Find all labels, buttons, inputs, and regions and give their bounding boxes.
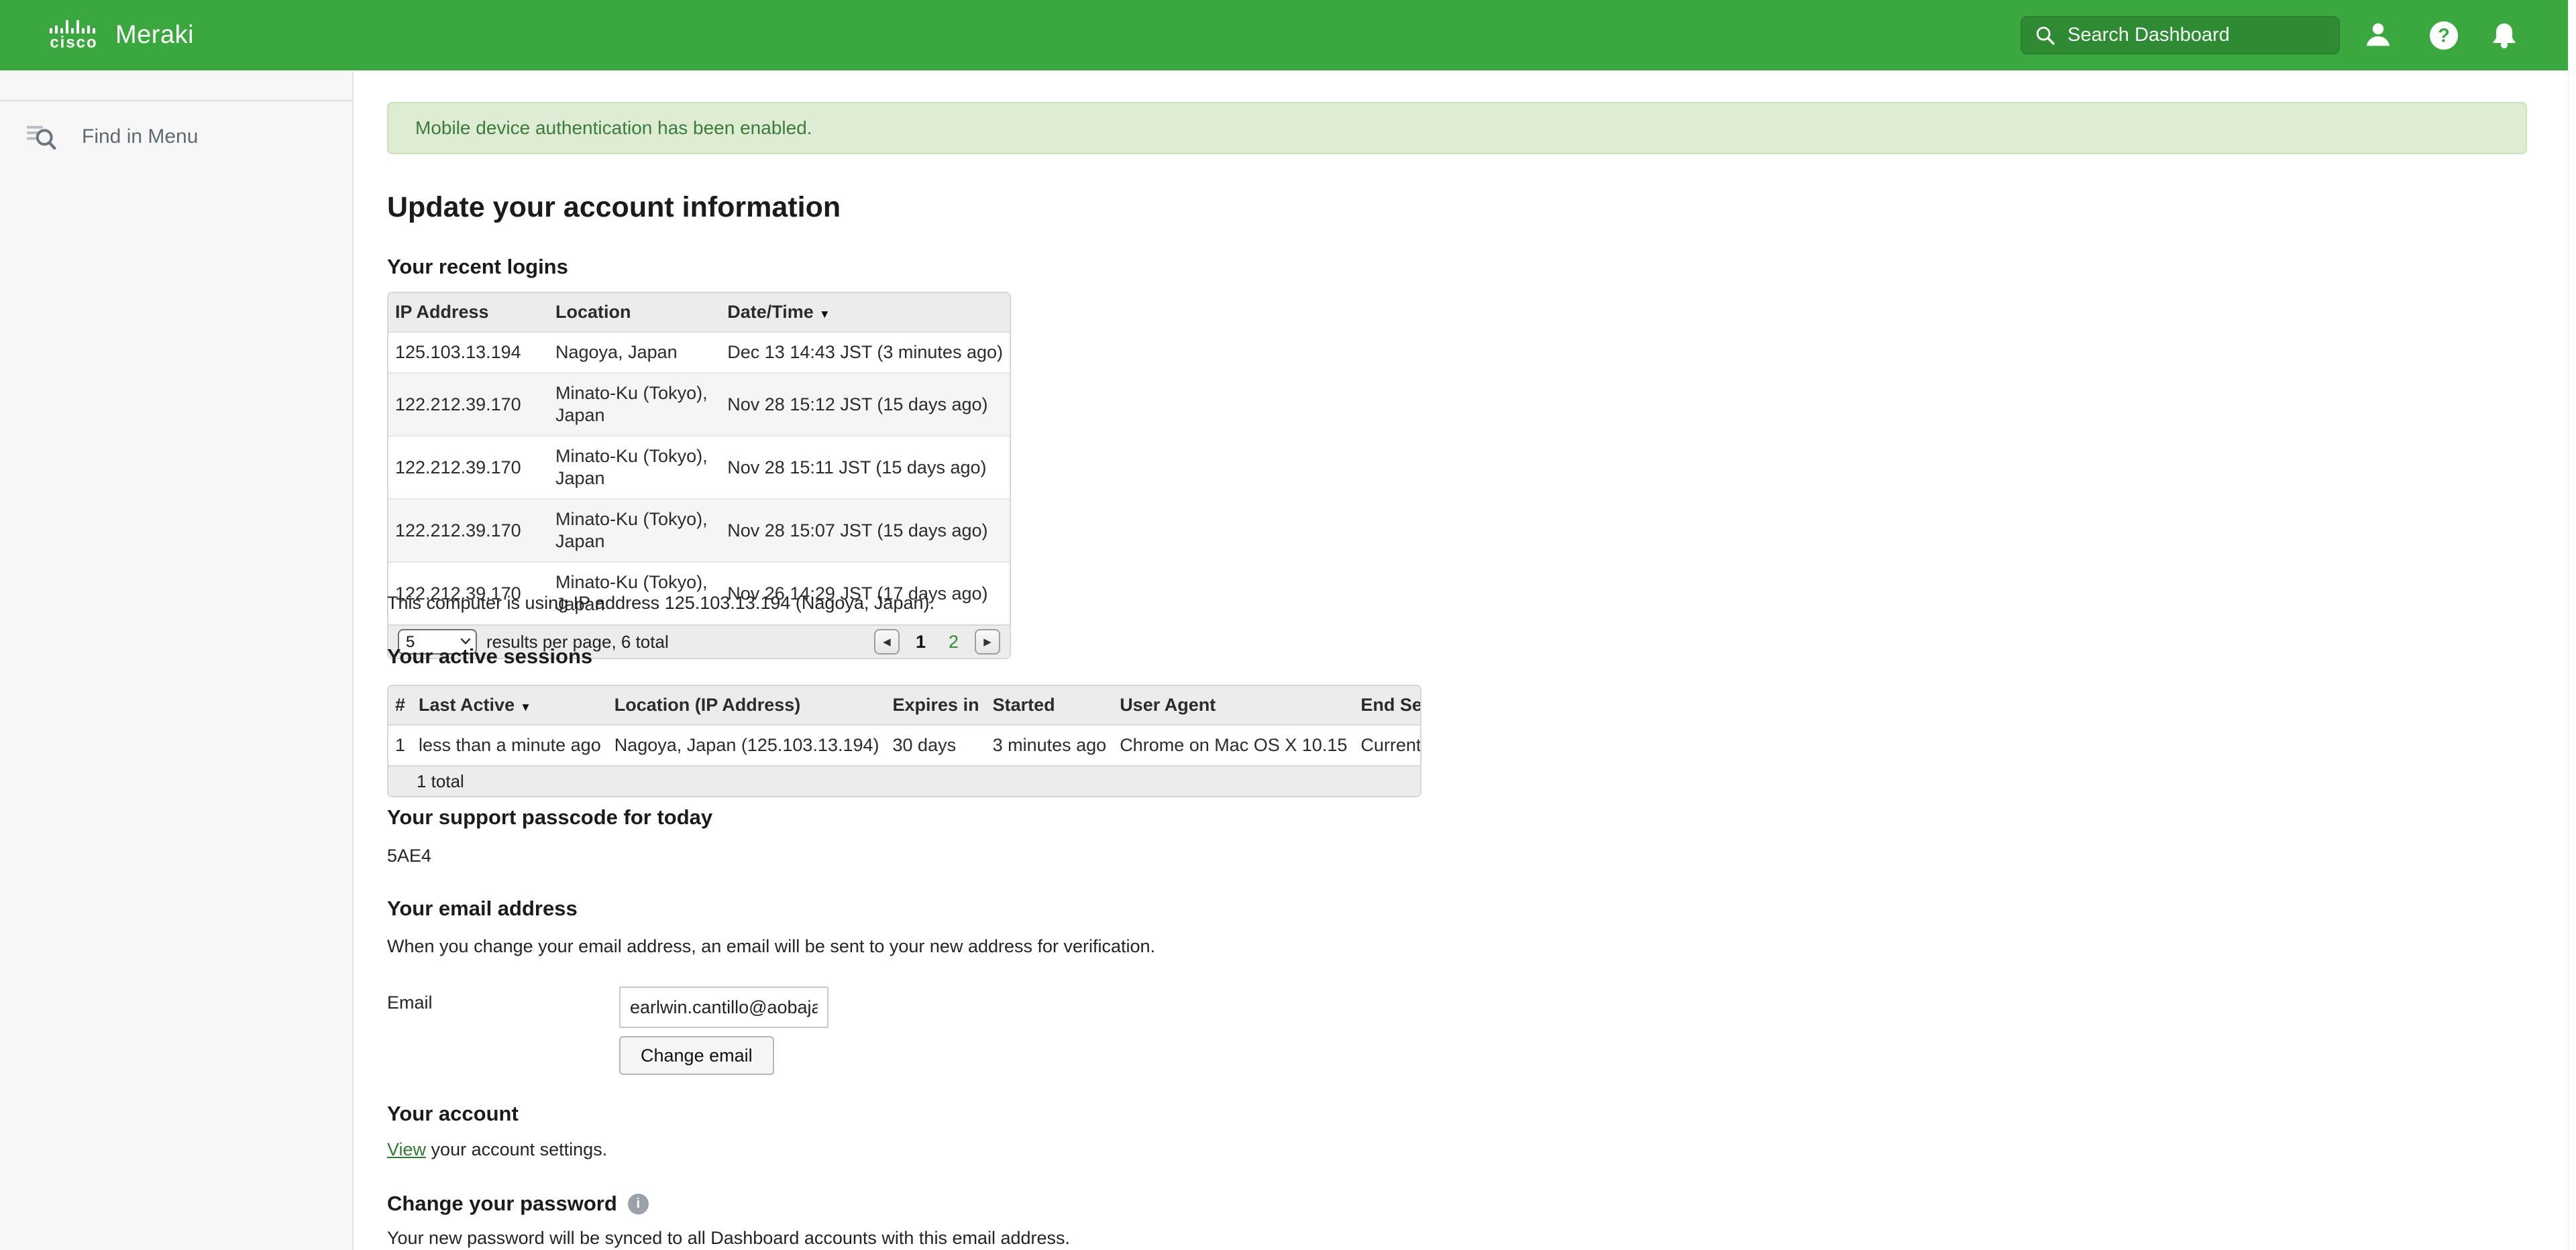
page-2-link[interactable]: 2 xyxy=(949,632,959,652)
success-banner: Mobile device authentication has been en… xyxy=(387,102,2527,154)
prev-page-button[interactable]: ◀ xyxy=(874,629,900,655)
change-password-heading: Change your password i xyxy=(387,1192,649,1216)
session-row: 1 less than a minute ago Nagoya, Japan (… xyxy=(388,725,1421,765)
login-location: Minato-Ku (Tokyo), Japan xyxy=(549,373,720,436)
help-icon[interactable]: ? xyxy=(2427,19,2461,52)
session-location: Nagoya, Japan (125.103.13.194) xyxy=(608,725,886,765)
login-ip: 122.212.39.170 xyxy=(388,436,549,499)
support-passcode-heading: Your support passcode for today xyxy=(387,805,712,830)
session-last-active: less than a minute ago xyxy=(412,725,608,765)
sort-desc-icon: ▼ xyxy=(819,308,830,321)
session-end-current: Current Session xyxy=(1354,725,1421,765)
session-expires: 30 days xyxy=(886,725,986,765)
session-user-agent: Chrome on Mac OS X 10.15 xyxy=(1113,725,1354,765)
col-datetime-sorted[interactable]: Date/Time▼ xyxy=(720,293,1010,332)
login-row: 125.103.13.194 Nagoya, Japan Dec 13 14:4… xyxy=(388,332,1010,373)
sidebar: Find in Menu xyxy=(0,70,354,1250)
session-started: 3 minutes ago xyxy=(986,725,1114,765)
col-expires-in: Expires in xyxy=(886,686,986,725)
page-title: Update your account information xyxy=(387,191,841,224)
cisco-meraki-logo[interactable]: cisco Meraki xyxy=(50,0,194,70)
page-number-current: 1 xyxy=(916,632,926,652)
col-ip-address: IP Address xyxy=(388,293,549,332)
col-end-session: End Session xyxy=(1354,686,1421,725)
search-input[interactable] xyxy=(2068,24,2326,46)
recent-logins-heading: Your recent logins xyxy=(387,255,568,279)
login-location: Nagoya, Japan xyxy=(549,332,720,373)
change-email-button[interactable]: Change email xyxy=(619,1036,774,1075)
sessions-header-row: # Last Active▼ Location (IP Address) Exp… xyxy=(388,686,1421,725)
email-heading: Your email address xyxy=(387,897,578,921)
cisco-wordmark: cisco xyxy=(50,35,97,51)
login-datetime: Nov 28 15:07 JST (15 days ago) xyxy=(720,499,1010,562)
dashboard-searchbox[interactable] xyxy=(2021,16,2340,54)
login-row: 122.212.39.170 Minato-Ku (Tokyo), Japan … xyxy=(388,499,1010,562)
main-content: Mobile device authentication has been en… xyxy=(355,70,2568,1250)
login-ip: 125.103.13.194 xyxy=(388,332,549,373)
login-datetime: Nov 28 15:11 JST (15 days ago) xyxy=(720,436,1010,499)
login-ip: 122.212.39.170 xyxy=(388,373,549,436)
login-location: Minato-Ku (Tokyo), Japan xyxy=(549,499,720,562)
col-num: # xyxy=(388,686,412,725)
find-in-menu-label: Find in Menu xyxy=(82,125,198,148)
cisco-bars-icon xyxy=(50,20,98,34)
svg-text:?: ? xyxy=(2438,25,2450,47)
login-ip: 122.212.39.170 xyxy=(388,499,549,562)
sort-desc-icon: ▼ xyxy=(520,701,531,714)
login-location: Minato-Ku (Tokyo), Japan xyxy=(549,436,720,499)
your-account-heading: Your account xyxy=(387,1102,519,1126)
meraki-dashboard-page: cisco Meraki ? xyxy=(0,0,2576,1250)
email-label: Email xyxy=(387,992,433,1013)
info-icon[interactable]: i xyxy=(628,1194,649,1214)
sessions-total-footer: 1 total xyxy=(388,765,1420,796)
find-in-menu[interactable]: Find in Menu xyxy=(0,101,352,172)
col-user-agent: User Agent xyxy=(1113,686,1354,725)
scrollbar[interactable] xyxy=(2568,0,2576,1250)
next-arrow-icon: ▶ xyxy=(983,636,991,648)
recent-logins-header-row: IP Address Location Date/Time▼ xyxy=(388,293,1010,332)
search-icon xyxy=(2034,24,2057,47)
email-description: When you change your email address, an e… xyxy=(387,936,1155,957)
account-profile-icon[interactable] xyxy=(2361,19,2395,52)
login-datetime: Nov 28 15:12 JST (15 days ago) xyxy=(720,373,1010,436)
prev-arrow-icon: ◀ xyxy=(883,636,891,648)
top-header-bar: cisco Meraki ? xyxy=(0,0,2568,70)
cisco-logo: cisco xyxy=(50,20,98,51)
support-passcode-value: 5AE4 xyxy=(387,846,431,866)
active-sessions-table: # Last Active▼ Location (IP Address) Exp… xyxy=(387,685,1421,797)
view-link[interactable]: View xyxy=(387,1139,426,1159)
account-settings-line: View your account settings. xyxy=(387,1139,607,1160)
col-last-active-sorted[interactable]: Last Active▼ xyxy=(412,686,608,725)
notifications-bell-icon[interactable] xyxy=(2487,19,2521,52)
find-in-menu-icon xyxy=(27,123,56,151)
meraki-wordmark: Meraki xyxy=(115,21,194,50)
col-location-ip: Location (IP Address) xyxy=(608,686,886,725)
session-num: 1 xyxy=(388,725,412,765)
email-field[interactable] xyxy=(619,986,828,1028)
next-page-button[interactable]: ▶ xyxy=(975,629,1000,655)
password-description: Your new password will be synced to all … xyxy=(387,1228,1070,1249)
login-row: 122.212.39.170 Minato-Ku (Tokyo), Japan … xyxy=(388,436,1010,499)
active-sessions-heading: Your active sessions xyxy=(387,644,592,669)
banner-message: Mobile device authentication has been en… xyxy=(415,117,812,139)
computer-ip-note: This computer is using IP address 125.10… xyxy=(387,593,934,614)
col-location: Location xyxy=(549,293,720,332)
login-datetime: Dec 13 14:43 JST (3 minutes ago) xyxy=(720,332,1010,373)
login-row: 122.212.39.170 Minato-Ku (Tokyo), Japan … xyxy=(388,373,1010,436)
col-started: Started xyxy=(986,686,1114,725)
